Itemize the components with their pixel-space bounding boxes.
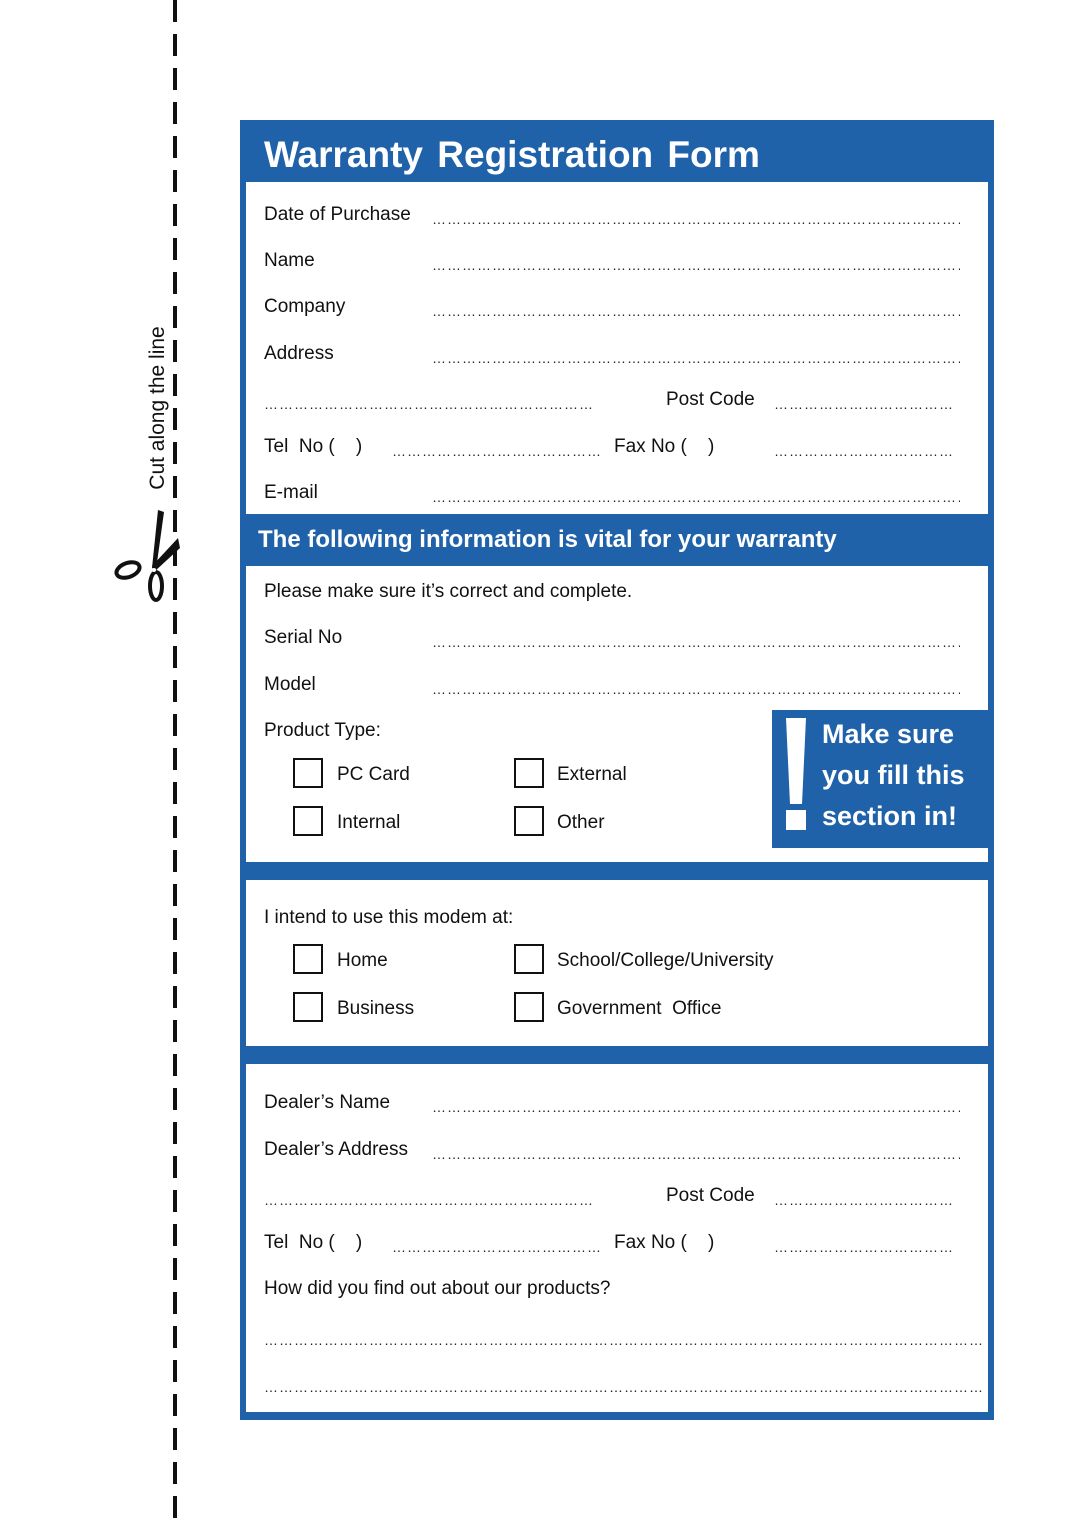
company-row: Company [264, 294, 970, 320]
instruction-row: Please make sure it’s correct and comple… [264, 579, 970, 605]
exclamation-dot-icon [786, 810, 806, 830]
business-label: Business [337, 998, 415, 1019]
dealer-post-code-label: Post Code [666, 1185, 755, 1206]
dealer-name-field[interactable] [432, 1094, 960, 1114]
external-label: External [557, 764, 627, 785]
dealer-post-code-field[interactable] [774, 1187, 952, 1207]
cut-line [173, 0, 177, 1529]
address-field[interactable] [432, 345, 960, 365]
date-of-purchase-field[interactable] [432, 206, 960, 226]
dealer-tel-label: Tel No ( ) [264, 1232, 363, 1253]
dealer-phone-row: Tel No ( ) Fax No ( ) [264, 1230, 970, 1256]
address-label: Address [264, 343, 334, 364]
warranty-form: Warranty Registration Form Date of Purch… [240, 120, 994, 1420]
discovery-answer-line-1 [264, 1323, 984, 1349]
dealer-address-line2-row: Post Code [264, 1183, 970, 1209]
serial-no-field[interactable] [432, 629, 960, 649]
fax-label: Fax No ( ) [614, 436, 715, 457]
school-label: School/College/University [557, 950, 774, 971]
callout-line-3: section in! [822, 801, 958, 831]
product-type-label: Product Type: [264, 720, 381, 741]
email-label: E-mail [264, 482, 318, 503]
form-title: Warranty Registration Form [264, 134, 760, 175]
dealer-address-label: Dealer’s Address [264, 1139, 408, 1160]
address-line2-field[interactable] [264, 391, 592, 411]
callout-text: Make sure you fill this section in! [822, 714, 965, 837]
cut-along-line-text: Cut along the line [146, 326, 169, 490]
date-of-purchase-row: Date of Purchase [264, 202, 970, 228]
date-of-purchase-label: Date of Purchase [264, 204, 411, 225]
internal-label: Internal [337, 812, 401, 833]
exclamation-icon [786, 718, 806, 804]
instruction-text: Please make sure it’s correct and comple… [264, 581, 633, 602]
government-checkbox[interactable] [514, 992, 544, 1022]
name-label: Name [264, 250, 315, 271]
discovery-answer-field-1[interactable] [264, 1327, 984, 1347]
dealer-name-label: Dealer’s Name [264, 1092, 391, 1113]
scissors-icon [114, 510, 180, 602]
discovery-answer-line-2 [264, 1370, 984, 1396]
post-code-field[interactable] [774, 391, 952, 411]
pc-card-label: PC Card [337, 764, 410, 785]
serial-no-row: Serial No [264, 625, 970, 651]
name-field[interactable] [432, 252, 960, 272]
other-checkbox[interactable] [514, 806, 544, 836]
dealer-panel: Dealer’s Name Dealer’s Address Post Code… [246, 1064, 988, 1412]
other-label: Other [557, 812, 605, 833]
dealer-tel-field[interactable] [392, 1234, 602, 1254]
dealer-address-row: Dealer’s Address [264, 1137, 970, 1163]
email-field[interactable] [432, 484, 960, 504]
government-label: Government Office [557, 998, 722, 1019]
tel-label: Tel No ( ) [264, 436, 363, 457]
discovery-question-label: How did you find out about our products? [264, 1278, 611, 1299]
internal-checkbox[interactable] [293, 806, 323, 836]
dealer-address-field[interactable] [432, 1141, 960, 1161]
make-sure-callout: Make sure you fill this section in! [772, 710, 988, 848]
usage-row: I intend to use this modem at: [264, 905, 970, 931]
external-checkbox[interactable] [514, 758, 544, 788]
fax-field[interactable] [774, 438, 952, 458]
home-checkbox[interactable] [293, 944, 323, 974]
company-label: Company [264, 296, 346, 317]
model-row: Model [264, 672, 970, 698]
address-line2-row: Post Code [264, 387, 970, 413]
dealer-address-line2-field[interactable] [264, 1187, 592, 1207]
dealer-name-row: Dealer’s Name [264, 1090, 970, 1116]
school-checkbox[interactable] [514, 944, 544, 974]
name-row: Name [264, 248, 970, 274]
dealer-fax-label: Fax No ( ) [614, 1232, 715, 1253]
callout-line-2: you fill this [822, 760, 965, 790]
model-label: Model [264, 674, 316, 695]
discovery-answer-field-2[interactable] [264, 1374, 984, 1394]
model-field[interactable] [432, 676, 960, 696]
pc-card-checkbox[interactable] [293, 758, 323, 788]
post-code-label: Post Code [666, 389, 755, 410]
business-checkbox[interactable] [293, 992, 323, 1022]
usage-label: I intend to use this modem at: [264, 907, 514, 928]
customer-panel: Date of Purchase Name Company Address Po… [246, 182, 988, 514]
callout-line-1: Make sure [822, 719, 955, 749]
vital-info-heading: The following information is vital for y… [258, 526, 837, 553]
dealer-fax-field[interactable] [774, 1234, 952, 1254]
usage-panel: I intend to use this modem at: Home Scho… [246, 880, 988, 1046]
serial-no-label: Serial No [264, 627, 343, 648]
address-row: Address [264, 341, 970, 367]
home-label: Home [337, 950, 388, 971]
phone-row: Tel No ( ) Fax No ( ) [264, 434, 970, 460]
email-row: E-mail [264, 480, 970, 506]
discovery-question-row: How did you find out about our products? [264, 1276, 970, 1302]
company-field[interactable] [432, 298, 960, 318]
tel-field[interactable] [392, 438, 602, 458]
